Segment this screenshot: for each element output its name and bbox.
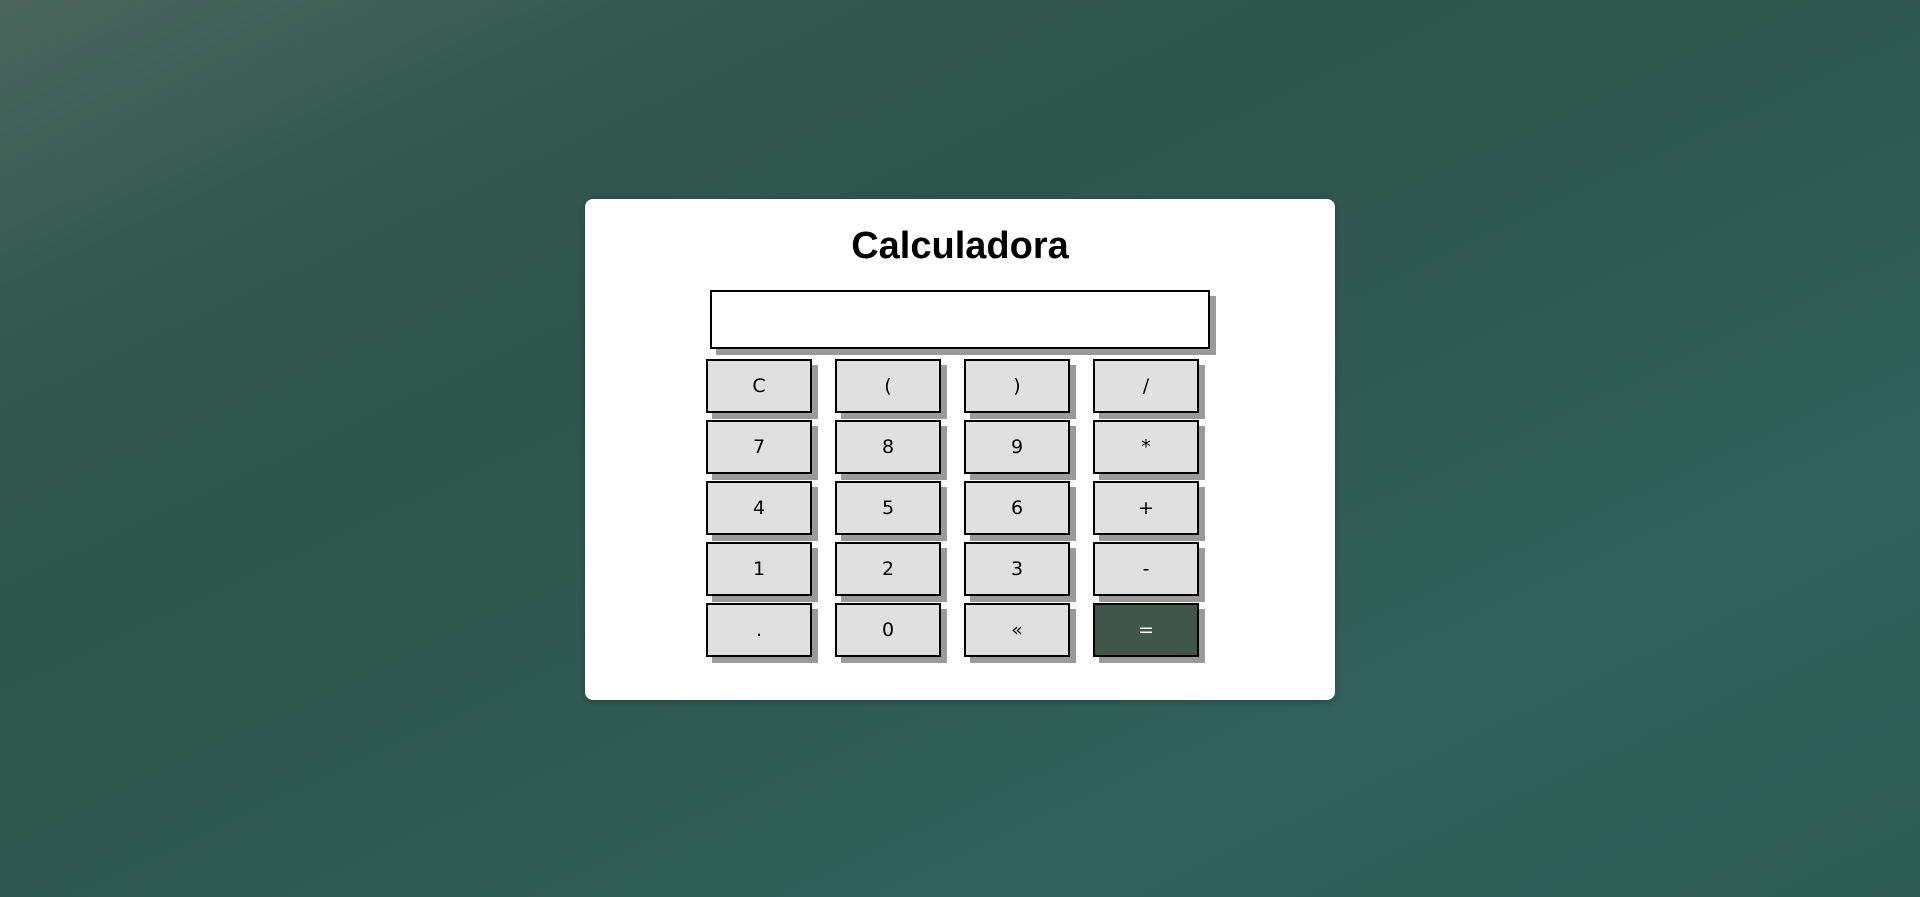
add-button[interactable]: + xyxy=(1093,481,1199,535)
equals-button[interactable]: = xyxy=(1093,603,1199,657)
digit-5-button[interactable]: 5 xyxy=(835,481,941,535)
digit-1-button[interactable]: 1 xyxy=(706,542,812,596)
digit-6-button[interactable]: 6 xyxy=(964,481,1070,535)
digit-4-button[interactable]: 4 xyxy=(706,481,812,535)
backspace-button[interactable]: « xyxy=(964,603,1070,657)
calculator-display[interactable] xyxy=(710,290,1210,349)
close-paren-button[interactable]: ) xyxy=(964,359,1070,413)
open-paren-button[interactable]: ( xyxy=(835,359,941,413)
clear-button[interactable]: C xyxy=(706,359,812,413)
digit-2-button[interactable]: 2 xyxy=(835,542,941,596)
subtract-button[interactable]: - xyxy=(1093,542,1199,596)
digit-8-button[interactable]: 8 xyxy=(835,420,941,474)
keypad: C ( ) / 7 8 9 * 4 5 6 + 1 2 3 - . 0 « = xyxy=(706,359,1199,657)
digit-3-button[interactable]: 3 xyxy=(964,542,1070,596)
calculator-card: Calculadora C ( ) / 7 8 9 * 4 5 6 + 1 2 … xyxy=(585,199,1335,700)
digit-0-button[interactable]: 0 xyxy=(835,603,941,657)
multiply-button[interactable]: * xyxy=(1093,420,1199,474)
digit-9-button[interactable]: 9 xyxy=(964,420,1070,474)
page-title: Calculadora xyxy=(851,225,1069,267)
decimal-button[interactable]: . xyxy=(706,603,812,657)
digit-7-button[interactable]: 7 xyxy=(706,420,812,474)
divide-button[interactable]: / xyxy=(1093,359,1199,413)
